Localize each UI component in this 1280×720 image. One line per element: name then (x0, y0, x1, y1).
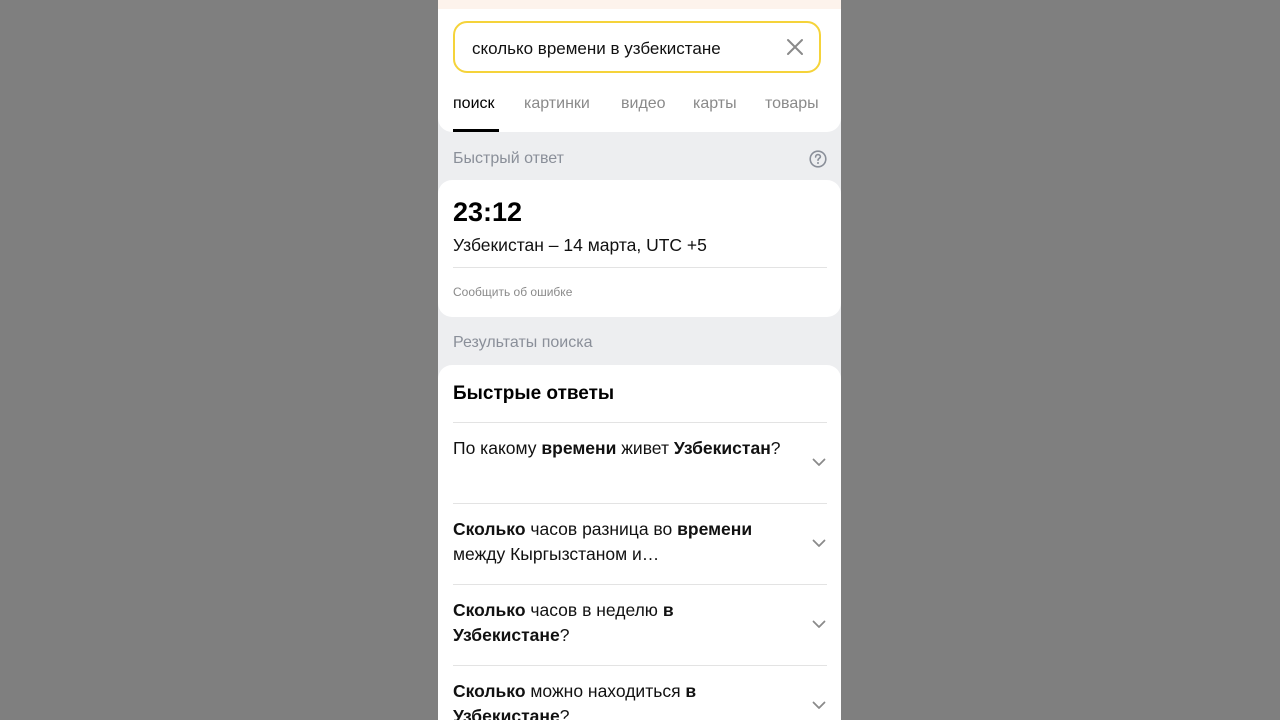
highlighted-keyword: Сколько (453, 681, 526, 701)
highlighted-keyword: времени (677, 519, 753, 539)
faq-item[interactable]: Сколько часов разница во времени между К… (453, 503, 827, 584)
question-fragment: часов разница во (525, 519, 678, 539)
faq-question-text: Сколько можно находиться в Узбекистане? (453, 679, 783, 720)
question-fragment: живет (616, 438, 674, 458)
chevron-down-icon[interactable] (811, 454, 827, 470)
tab-video[interactable]: видео (621, 95, 666, 113)
report-error-link[interactable]: Сообщить об ошибке (453, 285, 572, 299)
question-fragment: можно находиться (525, 681, 686, 701)
quick-answer-card: 23:12 Узбекистан – 14 марта, UTC +5 Сооб… (438, 180, 841, 317)
chevron-down-icon[interactable] (811, 616, 827, 632)
search-tabs: поиск картинки видео карты товары (453, 95, 833, 132)
question-fragment: По какому (453, 438, 542, 458)
search-results-label: Результаты поиска (453, 334, 593, 351)
chevron-down-icon[interactable] (811, 697, 827, 713)
faq-question-text: Сколько часов в неделю в Узбекистане? (453, 598, 783, 648)
current-time: 23:12 (453, 197, 523, 227)
faq-question-text: По какому времени живет Узбекистан? (453, 436, 783, 461)
question-fragment: между Кыргызстаном и… (453, 544, 660, 564)
tab-maps[interactable]: карты (693, 95, 737, 113)
highlighted-keyword: времени (541, 438, 617, 458)
search-query-text[interactable]: сколько времени в узбекистане (472, 39, 721, 59)
phone-screen: сколько времени в узбекистане поиск карт… (438, 0, 841, 720)
faq-item[interactable]: Сколько можно находиться в Узбекистане? (453, 665, 827, 720)
timezone-info: Узбекистан – 14 марта, UTC +5 (453, 235, 707, 255)
quick-answer-label: Быстрый ответ (453, 150, 564, 167)
tab-products[interactable]: товары (765, 95, 819, 113)
question-fragment: ? (770, 438, 781, 458)
search-input[interactable]: сколько времени в узбекистане (453, 21, 821, 73)
question-fragment: ? (559, 625, 570, 645)
quick-answers-card: Быстрые ответы По какому времени живет У… (438, 365, 841, 720)
active-tab-indicator (453, 129, 499, 132)
divider (453, 267, 827, 268)
highlighted-keyword: Узбекистан (673, 438, 771, 458)
faq-item[interactable]: Сколько часов в неделю в Узбекистане? (453, 584, 827, 665)
tab-search[interactable]: поиск (453, 95, 495, 113)
question-fragment: часов в неделю (525, 600, 663, 620)
close-icon[interactable] (785, 37, 805, 57)
faq-item[interactable]: По какому времени живет Узбекистан? (453, 422, 827, 503)
help-icon[interactable] (809, 150, 827, 168)
tab-images[interactable]: картинки (524, 95, 590, 113)
chevron-down-icon[interactable] (811, 535, 827, 551)
faq-question-text: Сколько часов разница во времени между К… (453, 517, 783, 567)
highlighted-keyword: Сколько (453, 519, 526, 539)
top-strip (438, 0, 841, 9)
question-fragment: ? (559, 706, 570, 720)
quick-answers-title: Быстрые ответы (453, 383, 615, 404)
highlighted-keyword: Сколько (453, 600, 526, 620)
search-header: сколько времени в узбекистане поиск карт… (438, 9, 841, 132)
